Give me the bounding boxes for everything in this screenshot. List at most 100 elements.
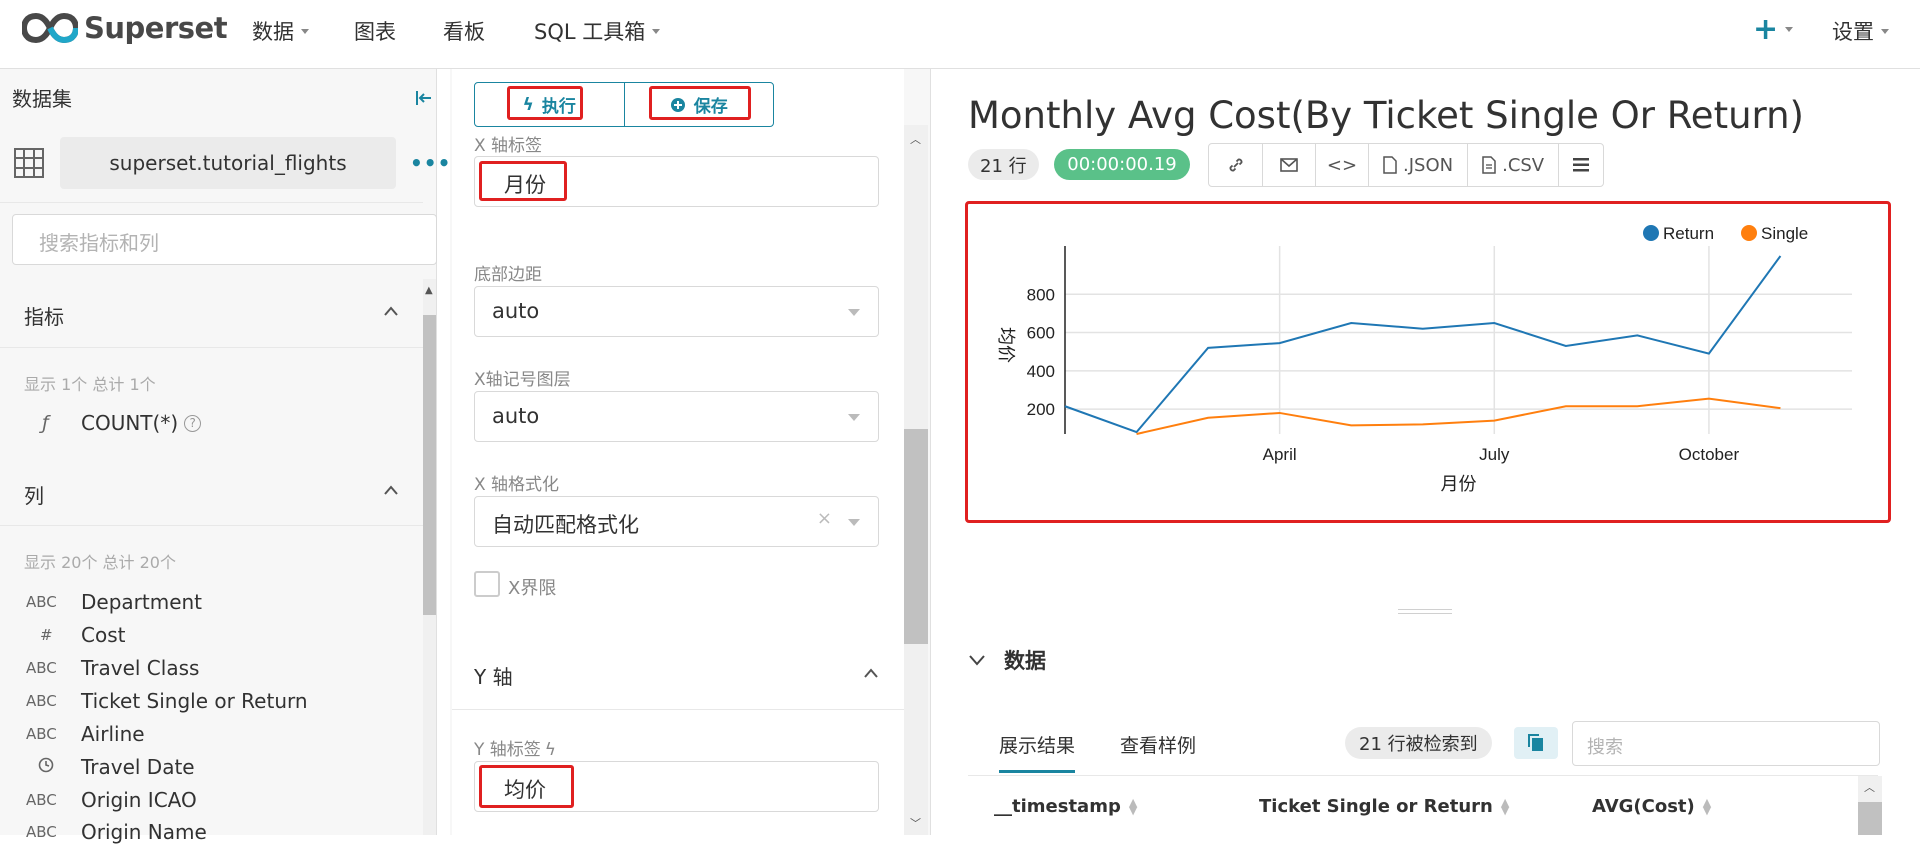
export-json-label: .JSON (1403, 154, 1454, 176)
function-icon: ƒ (42, 412, 49, 434)
email-button[interactable] (1262, 144, 1315, 186)
highlight-box (507, 86, 583, 120)
nav-charts[interactable]: 图表 (354, 16, 396, 46)
clear-icon[interactable]: × (817, 508, 832, 529)
settings-menu[interactable]: 设置 (1832, 16, 1889, 46)
chevron-up-icon[interactable] (383, 484, 399, 496)
column-item[interactable]: ABC Airline (26, 722, 145, 746)
column-item[interactable]: # Cost (26, 623, 125, 647)
string-type-icon: ABC (26, 791, 57, 809)
chevron-up-icon[interactable] (863, 667, 879, 679)
column-item[interactable]: ABC Ticket Single or Return (26, 689, 308, 713)
link-icon (1229, 158, 1242, 172)
y-axis-section-heading[interactable]: Y 轴 (474, 661, 513, 690)
column-item[interactable]: ABC Travel Class (26, 656, 199, 680)
caret-down-icon (848, 309, 860, 316)
top-navbar: Superset 数据 图表 看板 SQL 工具箱 + 设置 (0, 0, 1920, 69)
scrollbar-thumb[interactable] (423, 315, 436, 615)
y-axis-label-text: Y 轴标签 (474, 740, 541, 760)
nav-sql-lab[interactable]: SQL 工具箱 (534, 16, 661, 46)
x-tick-layout-select[interactable]: auto (474, 391, 879, 442)
nav-dashboards-label: 看板 (443, 20, 485, 44)
export-json-button[interactable]: .JSON (1368, 144, 1467, 186)
caret-down-icon (848, 414, 860, 421)
metrics-section-heading[interactable]: 指标 (24, 301, 64, 330)
column-header-label: AVG(Cost) (1592, 796, 1695, 817)
control-panel-scrollbar[interactable]: ︿ ﹀ (904, 125, 928, 835)
metrics-count: 显示 1个 总计 1个 (24, 375, 156, 394)
column-item[interactable]: ABC Origin Name (26, 820, 207, 844)
y-axis-label-field-label: Y 轴标签 ϟ (474, 735, 556, 760)
dataset-panel-title: 数据集 (12, 87, 72, 111)
divider (0, 347, 423, 348)
dataset-selector[interactable]: superset.tutorial_flights (60, 137, 396, 189)
column-header-avg-cost[interactable]: AVG(Cost) ▲ ▼ (1592, 796, 1711, 817)
column-item[interactable]: ABC Origin ICAO (26, 788, 197, 812)
export-csv-label: .CSV (1502, 154, 1545, 176)
highlight-box (649, 86, 751, 120)
caret-down-icon (848, 519, 860, 526)
scroll-up-icon[interactable]: ︿ (910, 131, 921, 147)
copy-to-clipboard-button[interactable] (1514, 727, 1558, 759)
help-icon[interactable]: ? (184, 414, 202, 432)
columns-count: 显示 20个 总计 20个 (24, 553, 176, 572)
caret-down-icon (301, 28, 309, 34)
bottom-margin-select[interactable]: auto (474, 286, 879, 337)
superset-logo[interactable]: Superset (22, 10, 228, 46)
bolt-icon: ϟ (544, 740, 557, 760)
string-type-icon: ABC (26, 659, 57, 677)
embed-button[interactable]: <> (1315, 144, 1368, 186)
scroll-up-icon[interactable]: ︿ (1864, 779, 1875, 795)
x-bounds-checkbox[interactable] (474, 571, 500, 597)
dataset-scrollbar[interactable]: ▲ (423, 279, 436, 835)
column-item[interactable]: Travel Date (26, 755, 195, 779)
sort-icon[interactable]: ▲ ▼ (1129, 797, 1137, 816)
clock-icon (38, 757, 54, 773)
chart-title[interactable]: Monthly Avg Cost(By Ticket Single Or Ret… (968, 94, 1804, 137)
more-actions-button[interactable] (1558, 144, 1603, 186)
row-count-badge: 21 行 (968, 149, 1039, 180)
export-csv-button[interactable]: .CSV (1467, 144, 1558, 186)
column-header-timestamp[interactable]: __timestamp ▲ ▼ (994, 796, 1137, 817)
plus-icon: + (1753, 12, 1779, 47)
tab-results[interactable]: 展示结果 (999, 731, 1076, 773)
tab-samples[interactable]: 查看样例 (1120, 731, 1196, 758)
metric-item[interactable]: ƒ COUNT(*) ? (26, 411, 202, 435)
x-format-select[interactable]: 自动匹配格式化 × (474, 496, 879, 547)
x-bounds-label: X界限 (508, 578, 557, 599)
copy-icon (1528, 734, 1543, 751)
table-scrollbar[interactable]: ︿ (1858, 776, 1882, 835)
scroll-up-icon[interactable]: ▲ (425, 285, 433, 296)
highlight-box (479, 161, 567, 201)
sort-icon[interactable]: ▲ ▼ (1703, 797, 1711, 816)
sort-icon[interactable]: ▲ ▼ (1501, 797, 1509, 816)
settings-label: 设置 (1832, 20, 1874, 44)
new-menu-button[interactable]: + (1753, 12, 1794, 47)
data-section-toggle[interactable]: 数据 (968, 645, 1046, 675)
hamburger-menu-icon (1573, 158, 1590, 172)
file-text-icon (1482, 156, 1496, 174)
column-item[interactable]: ABC Department (26, 590, 202, 614)
results-search-input[interactable]: 搜索 (1572, 721, 1880, 766)
chart-highlight-box (965, 201, 1891, 523)
nav-data[interactable]: 数据 (252, 16, 309, 46)
columns-section-heading[interactable]: 列 (24, 480, 44, 509)
scrollbar-thumb[interactable] (1858, 802, 1882, 835)
scroll-down-icon[interactable]: ﹀ (910, 815, 921, 831)
collapse-panel-icon[interactable] (415, 89, 433, 107)
link-button[interactable] (1209, 144, 1262, 186)
nav-charts-label: 图表 (354, 20, 396, 44)
metric-name: COUNT(*) (81, 411, 179, 435)
scrollbar-thumb[interactable] (904, 429, 928, 644)
column-header-ticket-type[interactable]: Ticket Single or Return ▲ ▼ (1259, 796, 1509, 817)
resize-handle[interactable] (1398, 609, 1452, 614)
highlight-box (479, 765, 574, 808)
bottom-margin-field-label: 底部边距 (474, 265, 542, 285)
more-options-icon[interactable]: ••• (410, 151, 451, 175)
metrics-columns-search-input[interactable]: 搜索指标和列 (12, 214, 437, 265)
x-axis-label-field-label: X 轴标签 (474, 136, 543, 156)
column-header-label: Ticket Single or Return (1259, 796, 1493, 817)
chevron-up-icon[interactable] (383, 305, 399, 317)
nav-dashboards[interactable]: 看板 (443, 16, 485, 46)
clock-type-wrap (26, 757, 81, 777)
